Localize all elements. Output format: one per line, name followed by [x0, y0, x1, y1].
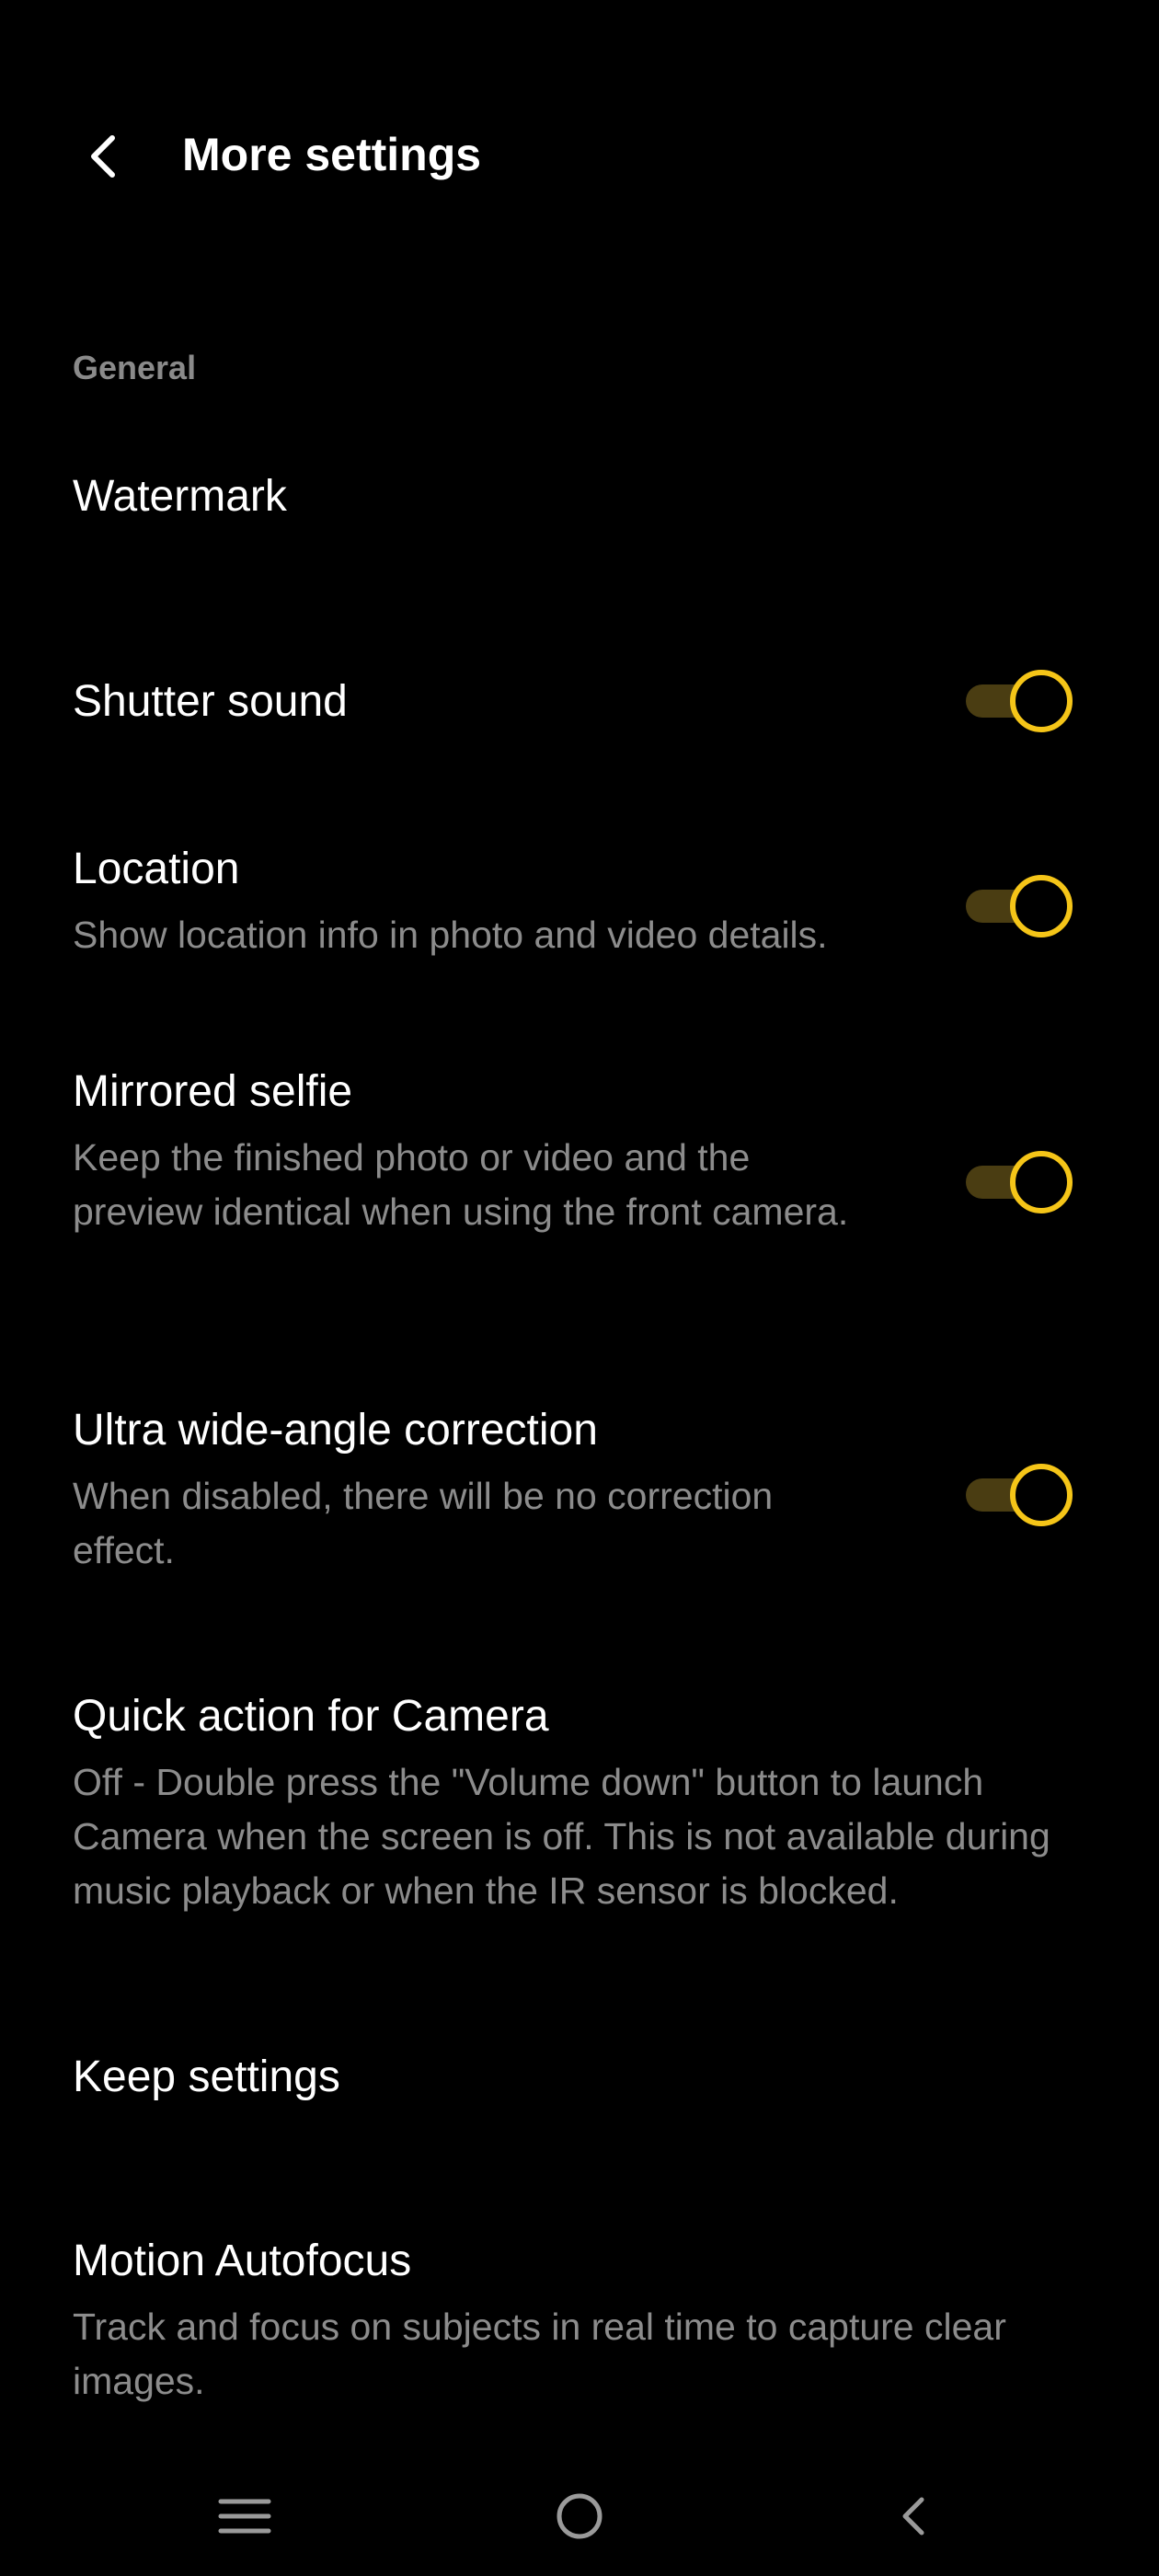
toggle-knob	[1010, 1151, 1073, 1213]
setting-quick-action-camera[interactable]: Quick action for Camera Off - Double pre…	[0, 1689, 1159, 1928]
setting-title: Watermark	[73, 472, 287, 521]
setting-mirrored-selfie[interactable]: Mirrored selfie Keep the finished photo …	[0, 1064, 1159, 1304]
toggle-knob	[1010, 875, 1073, 937]
page-title: More settings	[182, 129, 482, 180]
setting-location[interactable]: Location Show location info in photo and…	[0, 842, 1159, 980]
app-bar: More settings	[0, 101, 1159, 212]
setting-title: Mirrored selfie	[73, 1067, 353, 1116]
location-toggle[interactable]	[962, 869, 1078, 943]
setting-keep-settings[interactable]: Keep settings	[0, 2050, 1159, 2160]
setting-title: Location	[73, 845, 240, 893]
section-label-general: General	[73, 349, 197, 386]
mirrored-selfie-toggle[interactable]	[962, 1145, 1078, 1219]
setting-ultra-wide-correction[interactable]: Ultra wide-angle correction When disable…	[0, 1403, 1159, 1587]
setting-watermark[interactable]: Watermark	[0, 460, 1159, 607]
setting-description: Show location info in photo and video de…	[73, 914, 828, 956]
home-icon	[557, 2493, 602, 2539]
toggle-knob	[1010, 670, 1073, 732]
toggle-knob	[1010, 1464, 1073, 1526]
setting-title: Quick action for Camera	[73, 1692, 549, 1741]
setting-description: When disabled, there will be no correcti…	[73, 1475, 774, 1571]
setting-motion-autofocus[interactable]: Motion Autofocus Track and focus on subj…	[0, 2234, 1159, 2418]
setting-description: Track and focus on subjects in real time…	[73, 2306, 1006, 2402]
setting-shutter-sound[interactable]: Shutter sound	[0, 662, 1159, 773]
setting-title: Ultra wide-angle correction	[73, 1406, 598, 1455]
chevron-left-icon	[91, 135, 115, 178]
recents-button[interactable]	[189, 2475, 300, 2558]
setting-description: Off - Double press the "Volume down" but…	[73, 1761, 1050, 1912]
setting-title: Motion Autofocus	[73, 2237, 412, 2285]
setting-description: Keep the finished photo or video and the…	[73, 1136, 849, 1233]
setting-title: Keep settings	[73, 2053, 340, 2101]
back-button[interactable]	[66, 120, 140, 193]
system-nav-bar	[0, 2475, 1159, 2576]
back-icon	[902, 2497, 924, 2536]
menu-icon	[218, 2499, 271, 2534]
setting-title: Shutter sound	[73, 677, 348, 726]
ultra-wide-correction-toggle[interactable]	[962, 1458, 1078, 1532]
shutter-sound-toggle[interactable]	[962, 664, 1078, 738]
home-button[interactable]	[524, 2475, 635, 2558]
nav-back-button[interactable]	[857, 2475, 968, 2558]
